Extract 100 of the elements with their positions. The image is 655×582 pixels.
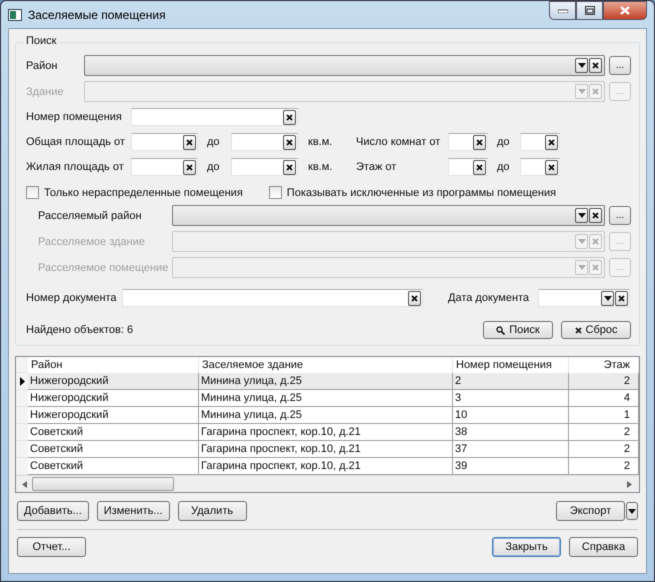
- field-label: Номер помещения: [26, 111, 123, 123]
- export-menu-button[interactable]: [626, 502, 638, 520]
- clear-button[interactable]: [283, 110, 296, 124]
- table-row[interactable]: Нижегородский Минина улица, д.25 10 1: [16, 407, 639, 424]
- dropdown-button[interactable]: [575, 58, 588, 73]
- caret-icon: [578, 239, 586, 244]
- caret-icon: [578, 63, 586, 68]
- input-field[interactable]: [448, 158, 488, 176]
- table-cell: 10: [453, 407, 569, 424]
- field-label: Число комнат от: [356, 136, 442, 148]
- dialog-button[interactable]: Закрыть: [492, 537, 561, 557]
- combo-box[interactable]: [172, 205, 605, 226]
- field-label: до: [206, 161, 221, 173]
- table-row[interactable]: Советский Гагарина проспект, кор.10, д.21 37 2: [16, 441, 639, 458]
- search-button[interactable]: Поиск: [483, 321, 553, 339]
- checkbox[interactable]: [26, 186, 39, 199]
- clear-button[interactable]: [283, 134, 296, 150]
- browse-button[interactable]: ...: [609, 206, 631, 225]
- close-button[interactable]: [603, 1, 647, 20]
- minimize-icon: [558, 8, 568, 12]
- action-button[interactable]: Удалить: [178, 501, 247, 521]
- clear-icon: [186, 164, 193, 170]
- clear-button[interactable]: [183, 134, 196, 150]
- close-icon: [620, 6, 630, 15]
- clear-icon: [186, 138, 193, 146]
- search-icon: [496, 326, 506, 334]
- clear-icon: [592, 62, 599, 69]
- clear-icon: [286, 138, 293, 146]
- table-cell: Нижегородский: [28, 373, 199, 390]
- clear-button[interactable]: [473, 134, 486, 150]
- clear-button[interactable]: [589, 58, 602, 73]
- input-field[interactable]: [520, 133, 560, 151]
- scroll-left-icon[interactable]: [22, 480, 28, 488]
- minimize-button[interactable]: [549, 1, 576, 20]
- clear-button[interactable]: [615, 290, 628, 306]
- table-cell: 2: [569, 424, 639, 441]
- checkbox[interactable]: [268, 186, 282, 199]
- input-field[interactable]: [131, 108, 298, 126]
- field-label: Дата документа: [448, 292, 530, 304]
- clear-button[interactable]: [473, 160, 486, 174]
- field-label: Жилая площадь от: [26, 161, 125, 173]
- dropdown-button[interactable]: [601, 290, 614, 306]
- checkbox-label: Только нераспределенные помещения: [44, 186, 243, 198]
- report-button[interactable]: Отчет...: [17, 537, 86, 557]
- clear-icon: [476, 138, 483, 146]
- table-cell: Гагарина проспект, кор.10, д.21: [199, 441, 453, 458]
- current-row-icon: [20, 376, 24, 386]
- unit-label: кв.м.: [307, 136, 334, 148]
- input-field[interactable]: [448, 133, 488, 151]
- table-cell: 2: [453, 373, 569, 390]
- field-label: до: [496, 136, 511, 148]
- clear-icon: [286, 114, 293, 120]
- field-label: Этаж от: [356, 161, 398, 173]
- row-header[interactable]: [16, 373, 28, 390]
- export-button[interactable]: Экспорт: [556, 501, 625, 521]
- clear-button[interactable]: [589, 208, 602, 223]
- clear-button[interactable]: [545, 160, 558, 174]
- dialog-button[interactable]: Справка: [569, 537, 638, 557]
- table-cell: Минина улица, д.25: [199, 373, 453, 390]
- combo-box[interactable]: [84, 55, 605, 76]
- clear-button[interactable]: [545, 134, 558, 150]
- table-cell: 4: [569, 390, 639, 407]
- field-label: Здание: [26, 86, 65, 98]
- table-cell: Минина улица, д.25: [199, 390, 453, 407]
- input-field[interactable]: [122, 289, 423, 307]
- clear-icon: [618, 294, 625, 302]
- date-field[interactable]: [538, 289, 630, 307]
- browse-button[interactable]: ...: [609, 56, 631, 75]
- clear-icon: [286, 164, 293, 170]
- clear-button[interactable]: [283, 160, 296, 174]
- caret-icon: [628, 508, 636, 514]
- table-cell: 37: [453, 441, 569, 458]
- input-field[interactable]: [131, 158, 198, 176]
- input-field[interactable]: [231, 158, 298, 176]
- maximize-button[interactable]: [576, 1, 603, 20]
- table-row[interactable]: Нижегородский Минина улица, д.25 3 4: [16, 390, 639, 407]
- table-row[interactable]: Советский Гагарина проспект, кор.10, д.21 38 2: [16, 424, 639, 441]
- reset-button[interactable]: Сброс: [561, 321, 631, 339]
- unit-label: кв.м.: [307, 161, 334, 173]
- input-field[interactable]: [231, 133, 298, 151]
- input-field[interactable]: [520, 158, 560, 176]
- table-cell: Минина улица, д.25: [199, 407, 453, 424]
- field-label: до: [206, 136, 221, 148]
- clear-button[interactable]: [183, 160, 196, 174]
- table-cell: 2: [569, 373, 639, 390]
- clear-button[interactable]: [408, 290, 421, 306]
- table-row[interactable]: Нижегородский Минина улица, д.25 2 2: [16, 373, 639, 390]
- field-label: Район: [26, 60, 58, 72]
- clear-icon: [548, 164, 555, 170]
- scroll-right-icon[interactable]: [627, 480, 633, 488]
- clear-icon: [476, 164, 483, 170]
- action-button[interactable]: Добавить...: [17, 501, 89, 521]
- input-field[interactable]: [131, 133, 198, 151]
- clear-icon: [592, 88, 599, 95]
- checkbox-label: Показывать исключенные из программы помещения: [286, 186, 556, 198]
- action-button[interactable]: Изменить...: [96, 501, 170, 521]
- table-cell: Нижегородский: [28, 407, 199, 424]
- field-label: Общая площадь от: [26, 136, 126, 148]
- horizontal-scrollbar[interactable]: [16, 475, 639, 492]
- dropdown-button[interactable]: [575, 208, 588, 223]
